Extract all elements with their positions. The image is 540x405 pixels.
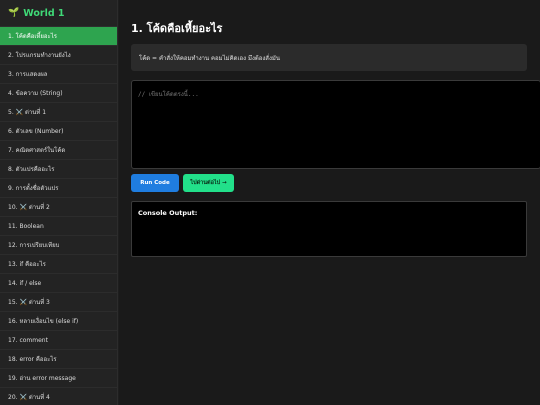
sidebar-item[interactable]: 2. โปรแกรมทำงานยังไง bbox=[0, 46, 117, 65]
sidebar-item[interactable]: 10. ⚔️ ด่านที่ 2 bbox=[0, 198, 117, 217]
editor-placeholder: // เขียนโค้ดตรงนี้... bbox=[138, 91, 199, 98]
sidebar-item[interactable]: 13. if คืออะไร bbox=[0, 255, 117, 274]
sidebar-item[interactable]: 20. ⚔️ ด่านที่ 4 bbox=[0, 388, 117, 405]
world-title: World 1 bbox=[23, 7, 65, 19]
console-label: Console Output: bbox=[138, 209, 198, 217]
sidebar-item[interactable]: 1. โค้ดคือเหี้ยอะไร bbox=[0, 27, 117, 46]
sidebar-item[interactable]: 19. อ่าน error message bbox=[0, 369, 117, 388]
code-editor[interactable]: // เขียนโค้ดตรงนี้... bbox=[131, 80, 540, 169]
main-panel: 1. โค้ดคือเหี้ยอะไร โค้ด = คำสั่งให้คอมท… bbox=[119, 0, 540, 405]
seedling-icon: 🌱 bbox=[8, 8, 20, 18]
sidebar-item[interactable]: 14. if / else bbox=[0, 274, 117, 293]
sidebar-item[interactable]: 9. การตั้งชื่อตัวแปร bbox=[0, 179, 117, 198]
sidebar-item[interactable]: 3. การแสดงผล bbox=[0, 65, 117, 84]
sidebar-item[interactable]: 4. ข้อความ (String) bbox=[0, 84, 117, 103]
sidebar-item[interactable]: 15. ⚔️ ด่านที่ 3 bbox=[0, 293, 117, 312]
sidebar-item[interactable]: 12. การเปรียบเทียบ bbox=[0, 236, 117, 255]
sidebar-item[interactable]: 17. comment bbox=[0, 331, 117, 350]
sidebar-header: 🌱 World 1 bbox=[0, 0, 117, 27]
sidebar-item[interactable]: 7. คณิตศาสตร์ในโค้ด bbox=[0, 141, 117, 160]
sidebar-item[interactable]: 5. ⚔️ ด่านที่ 1 bbox=[0, 103, 117, 122]
run-code-button[interactable]: Run Code bbox=[131, 174, 179, 192]
sidebar-item[interactable]: 6. ตัวเลข (Number) bbox=[0, 122, 117, 141]
next-lesson-button[interactable]: ไปด่านต่อไป → bbox=[183, 174, 234, 192]
sidebar-item[interactable]: 11. Boolean bbox=[0, 217, 117, 236]
sidebar: 🌱 World 1 1. โค้ดคือเหี้ยอะไร 2. โปรแกรม… bbox=[0, 0, 118, 405]
console-output: Console Output: bbox=[131, 201, 527, 257]
sidebar-item[interactable]: 18. error คืออะไร bbox=[0, 350, 117, 369]
sidebar-item[interactable]: 16. หลายเงื่อนไข (else if) bbox=[0, 312, 117, 331]
sidebar-item[interactable]: 8. ตัวแปรคืออะไร bbox=[0, 160, 117, 179]
lesson-list: 1. โค้ดคือเหี้ยอะไร 2. โปรแกรมทำงานยังไง… bbox=[0, 27, 117, 405]
page-title: 1. โค้ดคือเหี้ยอะไร bbox=[131, 22, 223, 35]
lesson-explanation: โค้ด = คำสั่งให้คอมทำงาน คอมไม่คิดเอง มึ… bbox=[131, 44, 527, 71]
